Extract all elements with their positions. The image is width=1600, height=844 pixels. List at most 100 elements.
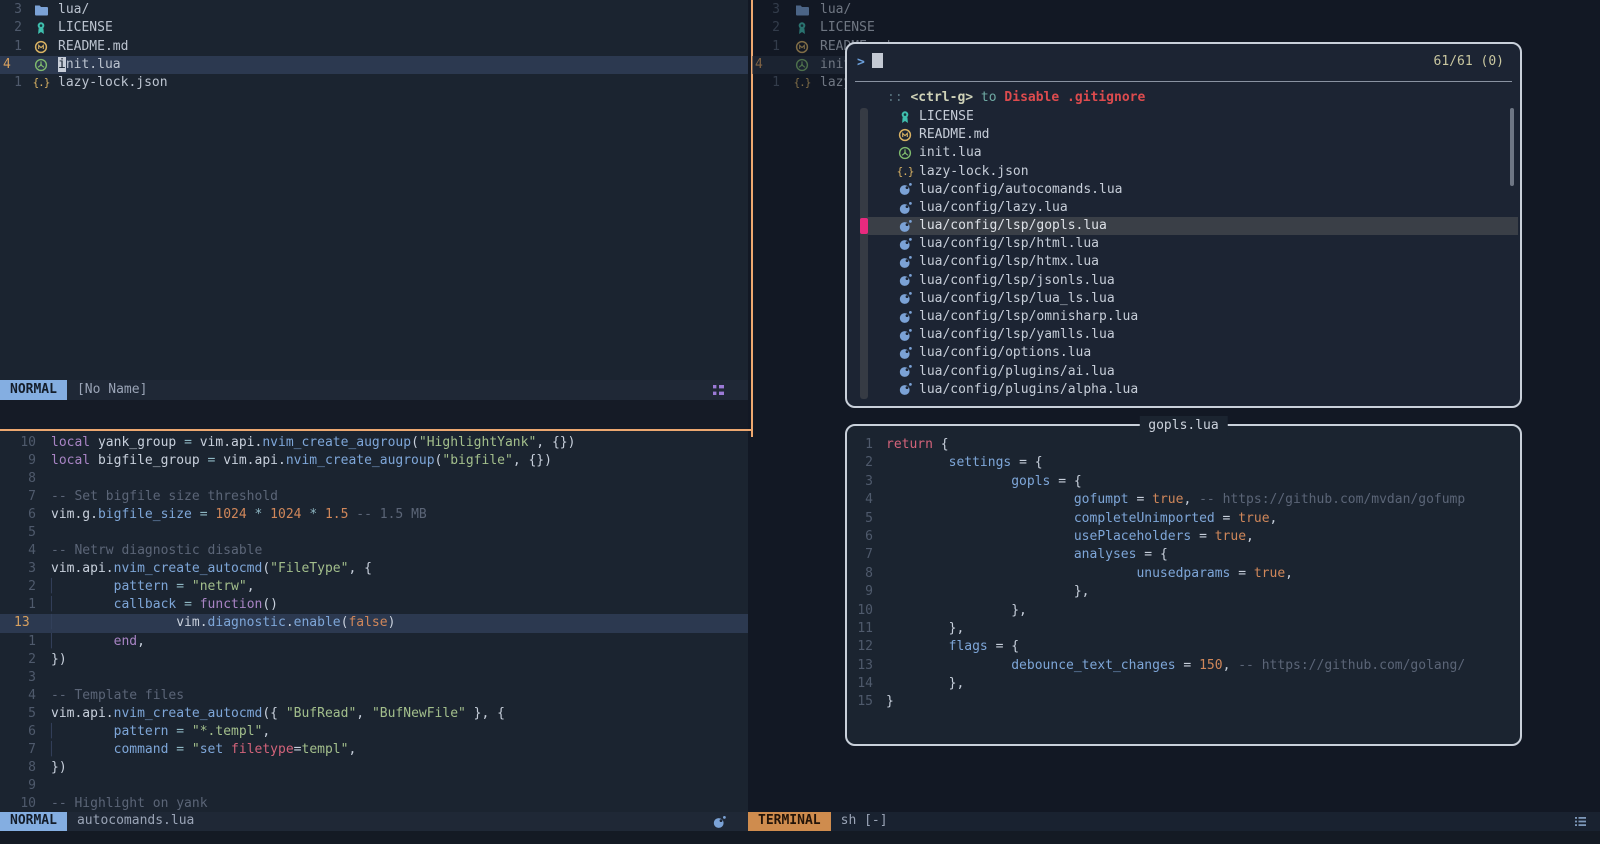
code-line[interactable]: 9 xyxy=(0,777,748,795)
vim-icon xyxy=(897,145,913,161)
code-line[interactable]: 10-- Highlight on yank xyxy=(0,795,748,813)
code-line[interactable]: 11 }, xyxy=(847,620,1520,638)
line-number: 3 xyxy=(847,473,873,491)
fzf-match-counter: 61/61 (0) xyxy=(1434,53,1504,71)
code-line[interactable]: 5vim.api.nvim_create_autocmd({ "BufRead"… xyxy=(0,705,748,723)
code-line[interactable]: 2}) xyxy=(0,651,748,669)
code-line[interactable]: 1▏ end, xyxy=(0,633,748,651)
lua-icon xyxy=(897,273,913,289)
fzf-separator xyxy=(855,81,1512,82)
fzf-result-row[interactable]: lua/config/lsp/gopls.lua xyxy=(847,217,1518,235)
code-line[interactable]: 10local yank_group = vim.api.nvim_create… xyxy=(0,434,748,452)
code-line[interactable]: 2▏ pattern = "netrw", xyxy=(0,578,748,596)
code-line[interactable]: 6vim.g.bigfile_size = 1024 * 1024 * 1.5 … xyxy=(0,506,748,524)
line-number: 9 xyxy=(0,452,36,470)
code-text: }) xyxy=(51,759,67,777)
code-line[interactable]: 6 usePlaceholders = true, xyxy=(847,528,1520,546)
code-text: }, xyxy=(886,583,1090,601)
file-row[interactable]: 1{.}lazy-lock.json xyxy=(0,74,748,92)
line-number: 6 xyxy=(847,528,873,546)
fzf-result-row[interactable]: lua/config/options.lua xyxy=(847,344,1518,362)
file-name: lua/config/plugins/alpha.lua xyxy=(919,381,1138,399)
code-text: ▏ pattern = "*.templ", xyxy=(51,723,270,741)
code-line[interactable]: 5 xyxy=(0,524,748,542)
code-line[interactable]: 8 unusedparams = true, xyxy=(847,565,1520,583)
file-row[interactable]: 2LICENSE xyxy=(752,19,1152,37)
json-icon: {.} xyxy=(897,164,913,180)
file-tree-icon xyxy=(712,384,726,398)
code-line[interactable]: 8 xyxy=(0,470,748,488)
file-name: lua/config/autocomands.lua xyxy=(919,181,1123,199)
fzf-scrollbar[interactable] xyxy=(1510,108,1514,186)
code-text: local bigfile_group = vim.api.nvim_creat… xyxy=(51,452,552,470)
code-text: }, xyxy=(886,602,1027,620)
code-line[interactable]: 7-- Set bigfile size threshold xyxy=(0,488,748,506)
statusline-filename: sh [-] xyxy=(841,812,888,830)
fzf-result-row[interactable]: lua/config/lsp/omnisharp.lua xyxy=(847,308,1518,326)
code-line[interactable]: 9 }, xyxy=(847,583,1520,601)
code-line[interactable]: 7▏ command = "set filetype=templ", xyxy=(0,741,748,759)
vim-icon xyxy=(794,57,810,73)
fzf-result-row[interactable]: LICENSE xyxy=(847,108,1518,126)
file-row[interactable]: 4init.lua xyxy=(0,56,748,74)
code-text: ▏ pattern = "netrw", xyxy=(51,578,255,596)
fzf-prompt-row[interactable]: > 61/61 (0) xyxy=(857,53,1508,73)
line-number: 12 xyxy=(847,638,873,656)
code-line[interactable]: 4-- Template files xyxy=(0,687,748,705)
line-number: 3 xyxy=(0,560,36,578)
fzf-result-row[interactable]: init.lua xyxy=(847,144,1518,162)
fzf-result-row[interactable]: lua/config/lsp/yamlls.lua xyxy=(847,326,1518,344)
line-number: 4 xyxy=(752,56,780,74)
code-line[interactable]: 2 settings = { xyxy=(847,454,1520,472)
code-editor[interactable]: 10local yank_group = vim.api.nvim_create… xyxy=(0,431,748,815)
line-number: 8 xyxy=(0,759,36,777)
line-number: 4 xyxy=(0,687,36,705)
file-row[interactable]: 3lua/ xyxy=(752,1,1152,19)
fzf-result-row[interactable]: lua/config/lsp/lua_ls.lua xyxy=(847,290,1518,308)
file-row[interactable]: 3lua/ xyxy=(0,1,748,19)
code-text: ▏ end, xyxy=(51,633,145,651)
file-row[interactable]: 2LICENSE xyxy=(0,19,748,37)
line-number: 5 xyxy=(0,705,36,723)
code-line[interactable]: 4 gofumpt = true, -- https://github.com/… xyxy=(847,491,1520,509)
code-line[interactable]: 3 gopls = { xyxy=(847,473,1520,491)
fzf-header-text: :: xyxy=(887,90,910,105)
code-line[interactable]: 14 }, xyxy=(847,675,1520,693)
line-number: 1 xyxy=(0,38,22,56)
code-line[interactable]: 1return { xyxy=(847,436,1520,454)
readme-icon xyxy=(794,39,810,55)
code-line[interactable]: 1▏ callback = function() xyxy=(0,596,748,614)
code-text: analyses = { xyxy=(886,546,1168,564)
fzf-result-row[interactable]: lua/config/lsp/html.lua xyxy=(847,235,1518,253)
fzf-result-row[interactable]: lua/config/lsp/jsonls.lua xyxy=(847,272,1518,290)
code-line[interactable]: 6▏ pattern = "*.templ", xyxy=(0,723,748,741)
code-line[interactable]: 8}) xyxy=(0,759,748,777)
fzf-result-row[interactable]: {.}lazy-lock.json xyxy=(847,163,1518,181)
fzf-result-row[interactable]: lua/config/plugins/ai.lua xyxy=(847,363,1518,381)
fzf-result-row[interactable]: lua/config/lazy.lua xyxy=(847,199,1518,217)
fzf-result-row[interactable]: lua/config/lsp/htmx.lua xyxy=(847,254,1518,272)
code-line[interactable]: 4-- Netrw diagnostic disable xyxy=(0,542,748,560)
file-row[interactable]: 1README.md xyxy=(0,38,748,56)
preview-code: 1return {2 settings = {3 gopls = {4 gofu… xyxy=(847,426,1520,744)
code-line[interactable]: 3vim.api.nvim_create_autocmd("FileType",… xyxy=(0,560,748,578)
code-line[interactable]: 13 debounce_text_changes = 150, -- https… xyxy=(847,657,1520,675)
file-name: lua/config/plugins/ai.lua xyxy=(919,363,1115,381)
file-name: lua/config/lazy.lua xyxy=(919,199,1068,217)
fzf-result-row[interactable]: README.md xyxy=(847,126,1518,144)
code-line[interactable]: 7 analyses = { xyxy=(847,546,1520,564)
mode-badge: NORMAL xyxy=(0,380,67,400)
file-name: lua/config/lsp/htmx.lua xyxy=(919,253,1099,271)
code-line[interactable]: 3 xyxy=(0,669,748,687)
code-line[interactable]: 15} xyxy=(847,693,1520,711)
nvim-screen: 3lua/2LICENSE1README.md4init.lua1{.}lazy… xyxy=(0,0,1600,844)
code-line[interactable]: 12 flags = { xyxy=(847,638,1520,656)
fzf-results-list: LICENSEREADME.mdinit.lua{.}lazy-lock.jso… xyxy=(847,108,1518,399)
code-line[interactable]: 9 local bigfile_group = vim.api.nvim_crea… xyxy=(0,452,748,470)
code-line[interactable]: 10 }, xyxy=(847,602,1520,620)
fzf-result-row[interactable]: lua/config/autocomands.lua xyxy=(847,181,1518,199)
code-line[interactable]: 13▏ vim.diagnostic.enable(false) xyxy=(0,614,748,632)
code-line[interactable]: 5 completeUnimported = true, xyxy=(847,510,1520,528)
code-text: -- Set bigfile size threshold xyxy=(51,488,278,506)
fzf-result-row[interactable]: lua/config/plugins/alpha.lua xyxy=(847,381,1518,399)
